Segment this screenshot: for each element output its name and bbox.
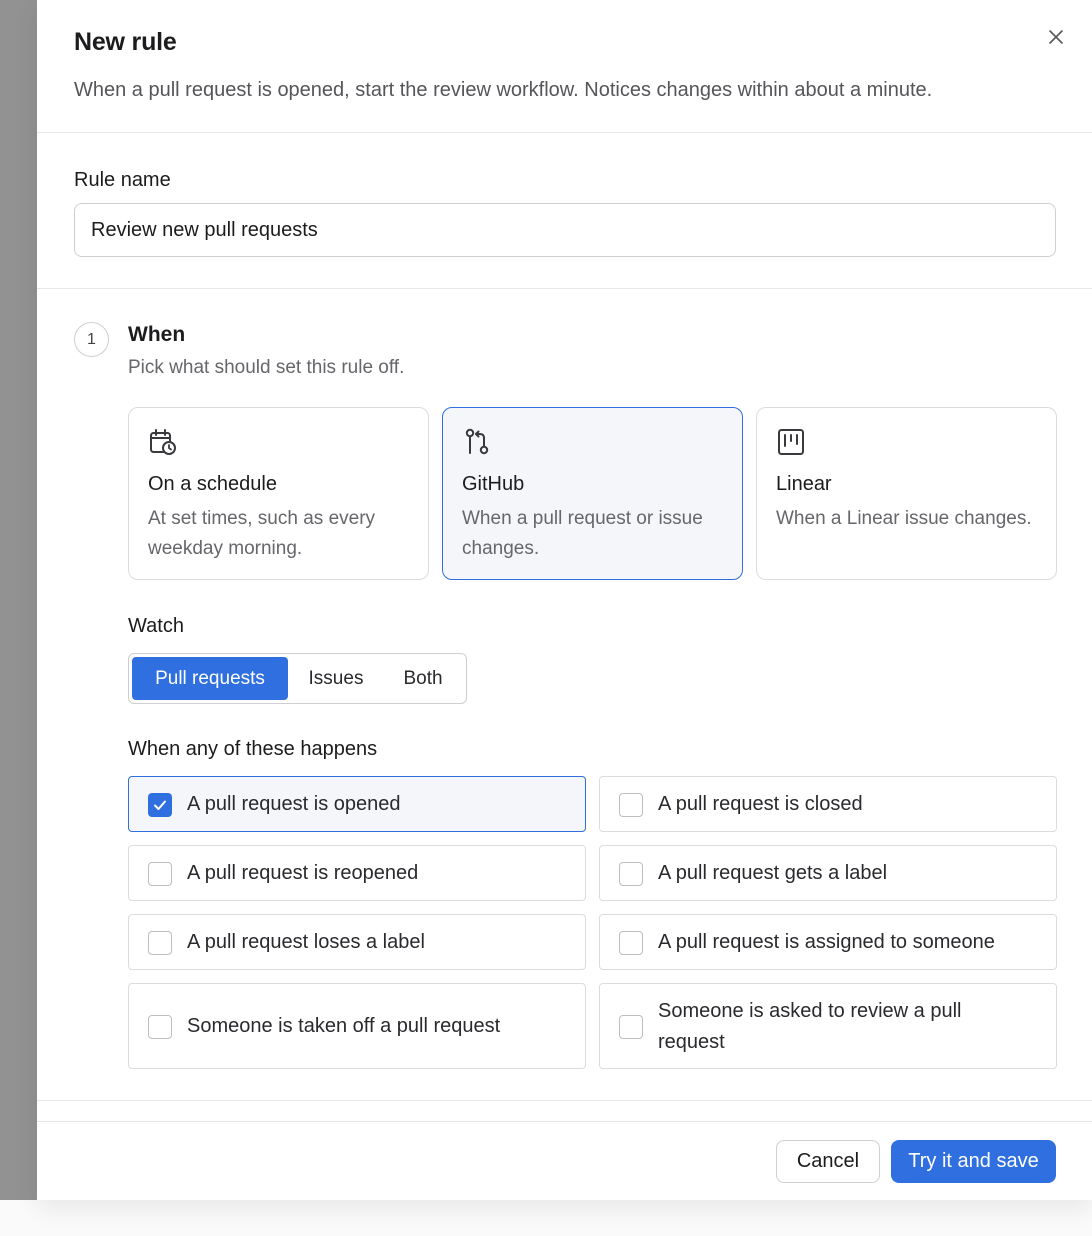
event-option-pr-opened[interactable]: A pull request is opened <box>128 776 586 832</box>
rule-name-label: Rule name <box>74 169 171 191</box>
page-backdrop-bottom <box>0 1200 1092 1236</box>
section-divider <box>37 1100 1092 1101</box>
event-checkbox[interactable] <box>619 931 643 955</box>
watch-segmented-control: Pull requests Issues Both <box>128 653 467 704</box>
trigger-card-github[interactable]: GitHub When a pull request or issue chan… <box>442 407 743 580</box>
checkmark-icon <box>154 800 166 810</box>
trigger-card-title: Linear <box>776 473 832 495</box>
close-button[interactable] <box>1043 24 1069 50</box>
event-label: A pull request gets a label <box>658 862 888 884</box>
event-option-pr-unassigned[interactable]: Someone is taken off a pull request <box>128 983 586 1069</box>
event-option-pr-unlabeled[interactable]: A pull request loses a label <box>128 914 586 970</box>
event-label: A pull request is reopened <box>187 862 419 884</box>
git-pull-request-icon <box>465 428 489 455</box>
watch-label: Watch <box>128 615 184 637</box>
dialog-subtitle: When a pull request is opened, start the… <box>74 79 933 101</box>
step-title: When <box>128 323 186 346</box>
event-option-review-requested[interactable]: Someone is asked to review a pull reques… <box>599 983 1057 1069</box>
trigger-card-title: GitHub <box>462 473 525 495</box>
watch-option-both[interactable]: Both <box>383 657 463 700</box>
rule-name-input[interactable] <box>74 203 1056 257</box>
event-checkbox[interactable] <box>619 1015 643 1039</box>
step-number-badge: 1 <box>74 322 109 357</box>
try-and-save-button[interactable]: Try it and save <box>891 1140 1056 1183</box>
trigger-card-schedule[interactable]: On a schedule At set times, such as ever… <box>128 407 429 580</box>
dialog-title: New rule <box>74 28 177 56</box>
trigger-card-description: When a pull request or issue changes. <box>462 508 703 559</box>
event-checkbox[interactable] <box>148 793 172 817</box>
page-backdrop <box>0 0 37 1200</box>
event-option-pr-assigned[interactable]: A pull request is assigned to someone <box>599 914 1057 970</box>
watch-option-issues[interactable]: Issues <box>291 657 381 700</box>
dialog-footer: Cancel Try it and save <box>37 1121 1092 1200</box>
event-label: A pull request is closed <box>658 793 863 815</box>
new-rule-dialog: New rule When a pull request is opened, … <box>37 0 1092 1200</box>
dialog-header: New rule When a pull request is opened, … <box>37 0 1092 133</box>
cancel-button[interactable]: Cancel <box>776 1140 880 1183</box>
event-label: A pull request is opened <box>187 793 401 815</box>
event-checkbox[interactable] <box>619 862 643 886</box>
trigger-card-title: On a schedule <box>148 473 277 495</box>
event-option-pr-reopened[interactable]: A pull request is reopened <box>128 845 586 901</box>
event-checkbox[interactable] <box>148 1015 172 1039</box>
event-option-pr-labeled[interactable]: A pull request gets a label <box>599 845 1057 901</box>
events-label: When any of these happens <box>128 738 378 760</box>
event-checkbox[interactable] <box>148 862 172 886</box>
trigger-card-description: When a Linear issue changes. <box>776 508 1032 529</box>
trigger-card-description: At set times, such as every weekday morn… <box>148 508 376 559</box>
watch-option-pull-requests[interactable]: Pull requests <box>132 657 288 700</box>
kanban-board-icon <box>778 429 804 455</box>
calendar-clock-icon <box>150 429 176 455</box>
event-label: Someone is asked to review a pull reques… <box>658 1000 962 1053</box>
trigger-card-linear[interactable]: Linear When a Linear issue changes. <box>756 407 1057 580</box>
close-icon <box>1049 30 1063 44</box>
event-checkbox[interactable] <box>148 931 172 955</box>
rule-name-section: Rule name <box>37 133 1092 289</box>
step-description: Pick what should set this rule off. <box>128 357 405 378</box>
event-label: A pull request is assigned to someone <box>658 931 995 953</box>
event-option-pr-closed[interactable]: A pull request is closed <box>599 776 1057 832</box>
event-checkbox[interactable] <box>619 793 643 817</box>
event-label: Someone is taken off a pull request <box>187 1015 501 1037</box>
event-label: A pull request loses a label <box>187 931 425 953</box>
